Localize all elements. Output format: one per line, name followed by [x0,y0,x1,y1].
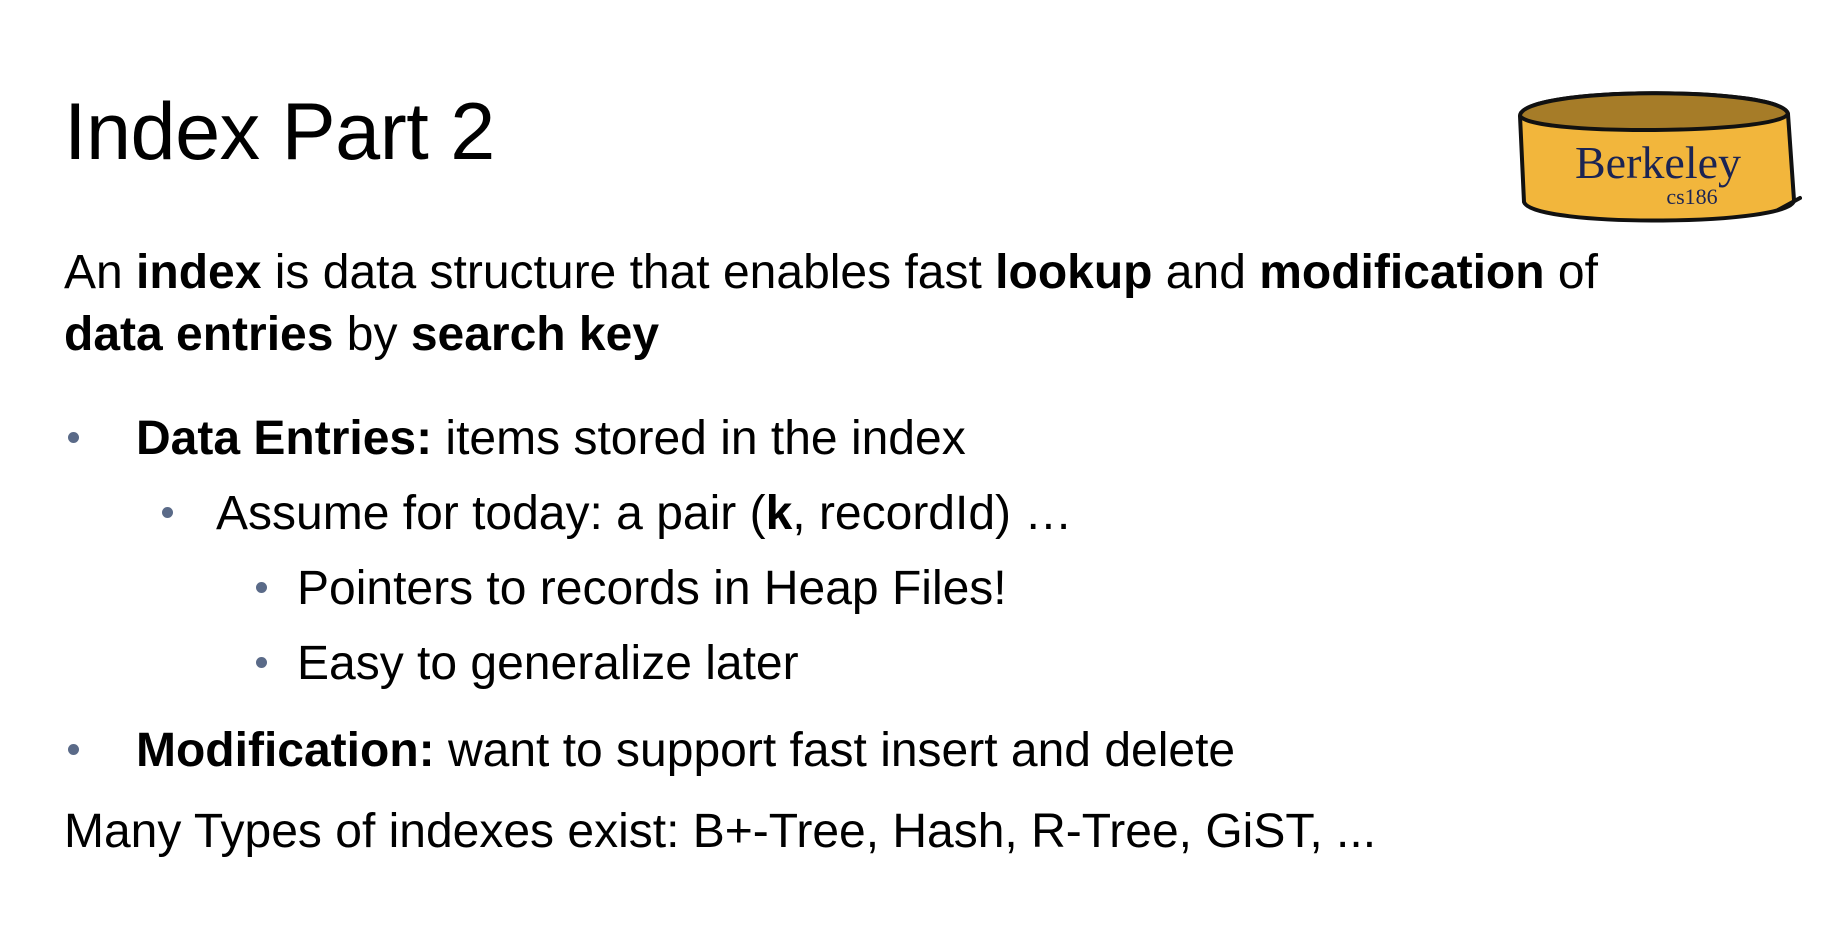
intro-bold-modification: modification [1259,246,1545,299]
bullet-term: Data Entries: [136,412,433,465]
bullet-dot-icon [162,507,173,518]
bullet-text: want to support fast insert and delete [434,724,1236,777]
intro-text: An [64,246,137,299]
bullet-text: items stored in the index [432,412,966,465]
logo-course: cs186 [1666,184,1717,209]
bullet-term: Modification: [136,724,435,777]
intro-bold-data-entries: data entries [64,308,334,361]
slide-title: Index Part 2 [64,87,495,177]
intro-text: by [333,308,411,361]
logo-name: Berkeley [1575,137,1741,188]
bullet-dot-icon [256,582,267,593]
bullet-dot-icon [68,432,79,443]
bullet-bold-k: k [765,487,793,540]
index-types-line: Many Types of indexes exist: B+-Tree, Ha… [64,805,1377,858]
intro-text: of [1544,246,1598,299]
bullet-text: Assume for today: a pair ( [216,487,766,540]
bullet-modification: Modification: want to support fast inser… [136,727,1235,775]
intro-paragraph: An index is data structure that enables … [64,242,1598,366]
bullet-generalize: Easy to generalize later [297,637,799,690]
bullet-dot-icon [68,744,79,755]
bullet-dot-icon [256,657,267,668]
bullet-assume: Assume for today: a pair (k, recordId) … [216,490,1072,538]
bullet-pointers: Pointers to records in Heap Files! [297,562,1007,615]
intro-text: is data structure that enables fast [261,246,996,299]
intro-bold-search-key: search key [410,308,660,361]
berkeley-cs186-logo: Berkeley cs186 [1518,91,1802,223]
bullet-text: , recordId) … [792,487,1073,540]
bullet-data-entries: Data Entries: items stored in the index [136,415,966,463]
intro-bold-index: index [136,246,262,299]
intro-text: and [1152,246,1260,299]
intro-bold-lookup: lookup [995,246,1153,299]
slide: Index Part 2 Berkeley cs186 An index is … [0,0,1843,938]
